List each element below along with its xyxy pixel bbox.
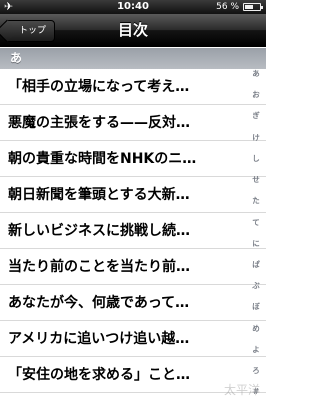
section-header: あ [0, 48, 266, 69]
list-item[interactable]: あなたが今、何歳であって… [0, 285, 266, 321]
index-char[interactable]: け [252, 134, 260, 142]
index-char[interactable]: ぎ [252, 112, 260, 120]
index-char[interactable]: ぶ [252, 282, 260, 290]
list-item[interactable]: 当たり前のことを当たり前… [0, 249, 266, 285]
index-char[interactable]: お [252, 91, 260, 99]
index-char[interactable]: し [252, 155, 260, 163]
index-char[interactable]: め [252, 325, 260, 333]
list-item[interactable]: 新しいビジネスに挑戦し続… [0, 213, 266, 249]
navigation-bar: トップ 目次 [0, 14, 266, 47]
index-char[interactable]: ぱ [252, 261, 260, 269]
list-item[interactable]: 朝日新聞を筆頭とする大新… [0, 177, 266, 213]
status-bar: ✈ 10:40 56 % [0, 0, 266, 14]
page-title: 目次 [117, 21, 148, 39]
screen: ✈ 10:40 56 % トップ 目次 あ 「相手の立場になって考え… 悪魔の主… [0, 0, 266, 400]
index-char[interactable]: ろ [252, 367, 260, 375]
index-char[interactable]: あ [252, 70, 260, 78]
list-item[interactable]: 「相手の立場になって考え… [0, 69, 266, 105]
watermark: 太平洋 [223, 383, 260, 397]
battery-percentage: 56 % [216, 2, 239, 12]
index-char[interactable]: た [252, 197, 260, 205]
battery-icon [243, 3, 263, 11]
list-item[interactable]: 朝の貴重な時間をNHKのニ… [0, 141, 266, 177]
index-char[interactable]: せ [252, 176, 260, 184]
index-char[interactable]: に [252, 240, 260, 248]
list-item[interactable]: 悪魔の主張をする——反対… [0, 105, 266, 141]
list-item[interactable]: アメリカに追いつけ追い越… [0, 321, 266, 357]
table-of-contents-list: 「相手の立場になって考え… 悪魔の主張をする——反対… 朝の貴重な時間をNHKの… [0, 69, 266, 393]
index-char[interactable]: て [252, 219, 260, 227]
section-index-bar[interactable]: あ お ぎ け し せ た て に ぱ ぶ ぼ め よ ろ # [249, 70, 263, 396]
battery-level-fill [245, 5, 253, 9]
index-char[interactable]: よ [252, 346, 260, 354]
index-char[interactable]: ぼ [252, 303, 260, 311]
